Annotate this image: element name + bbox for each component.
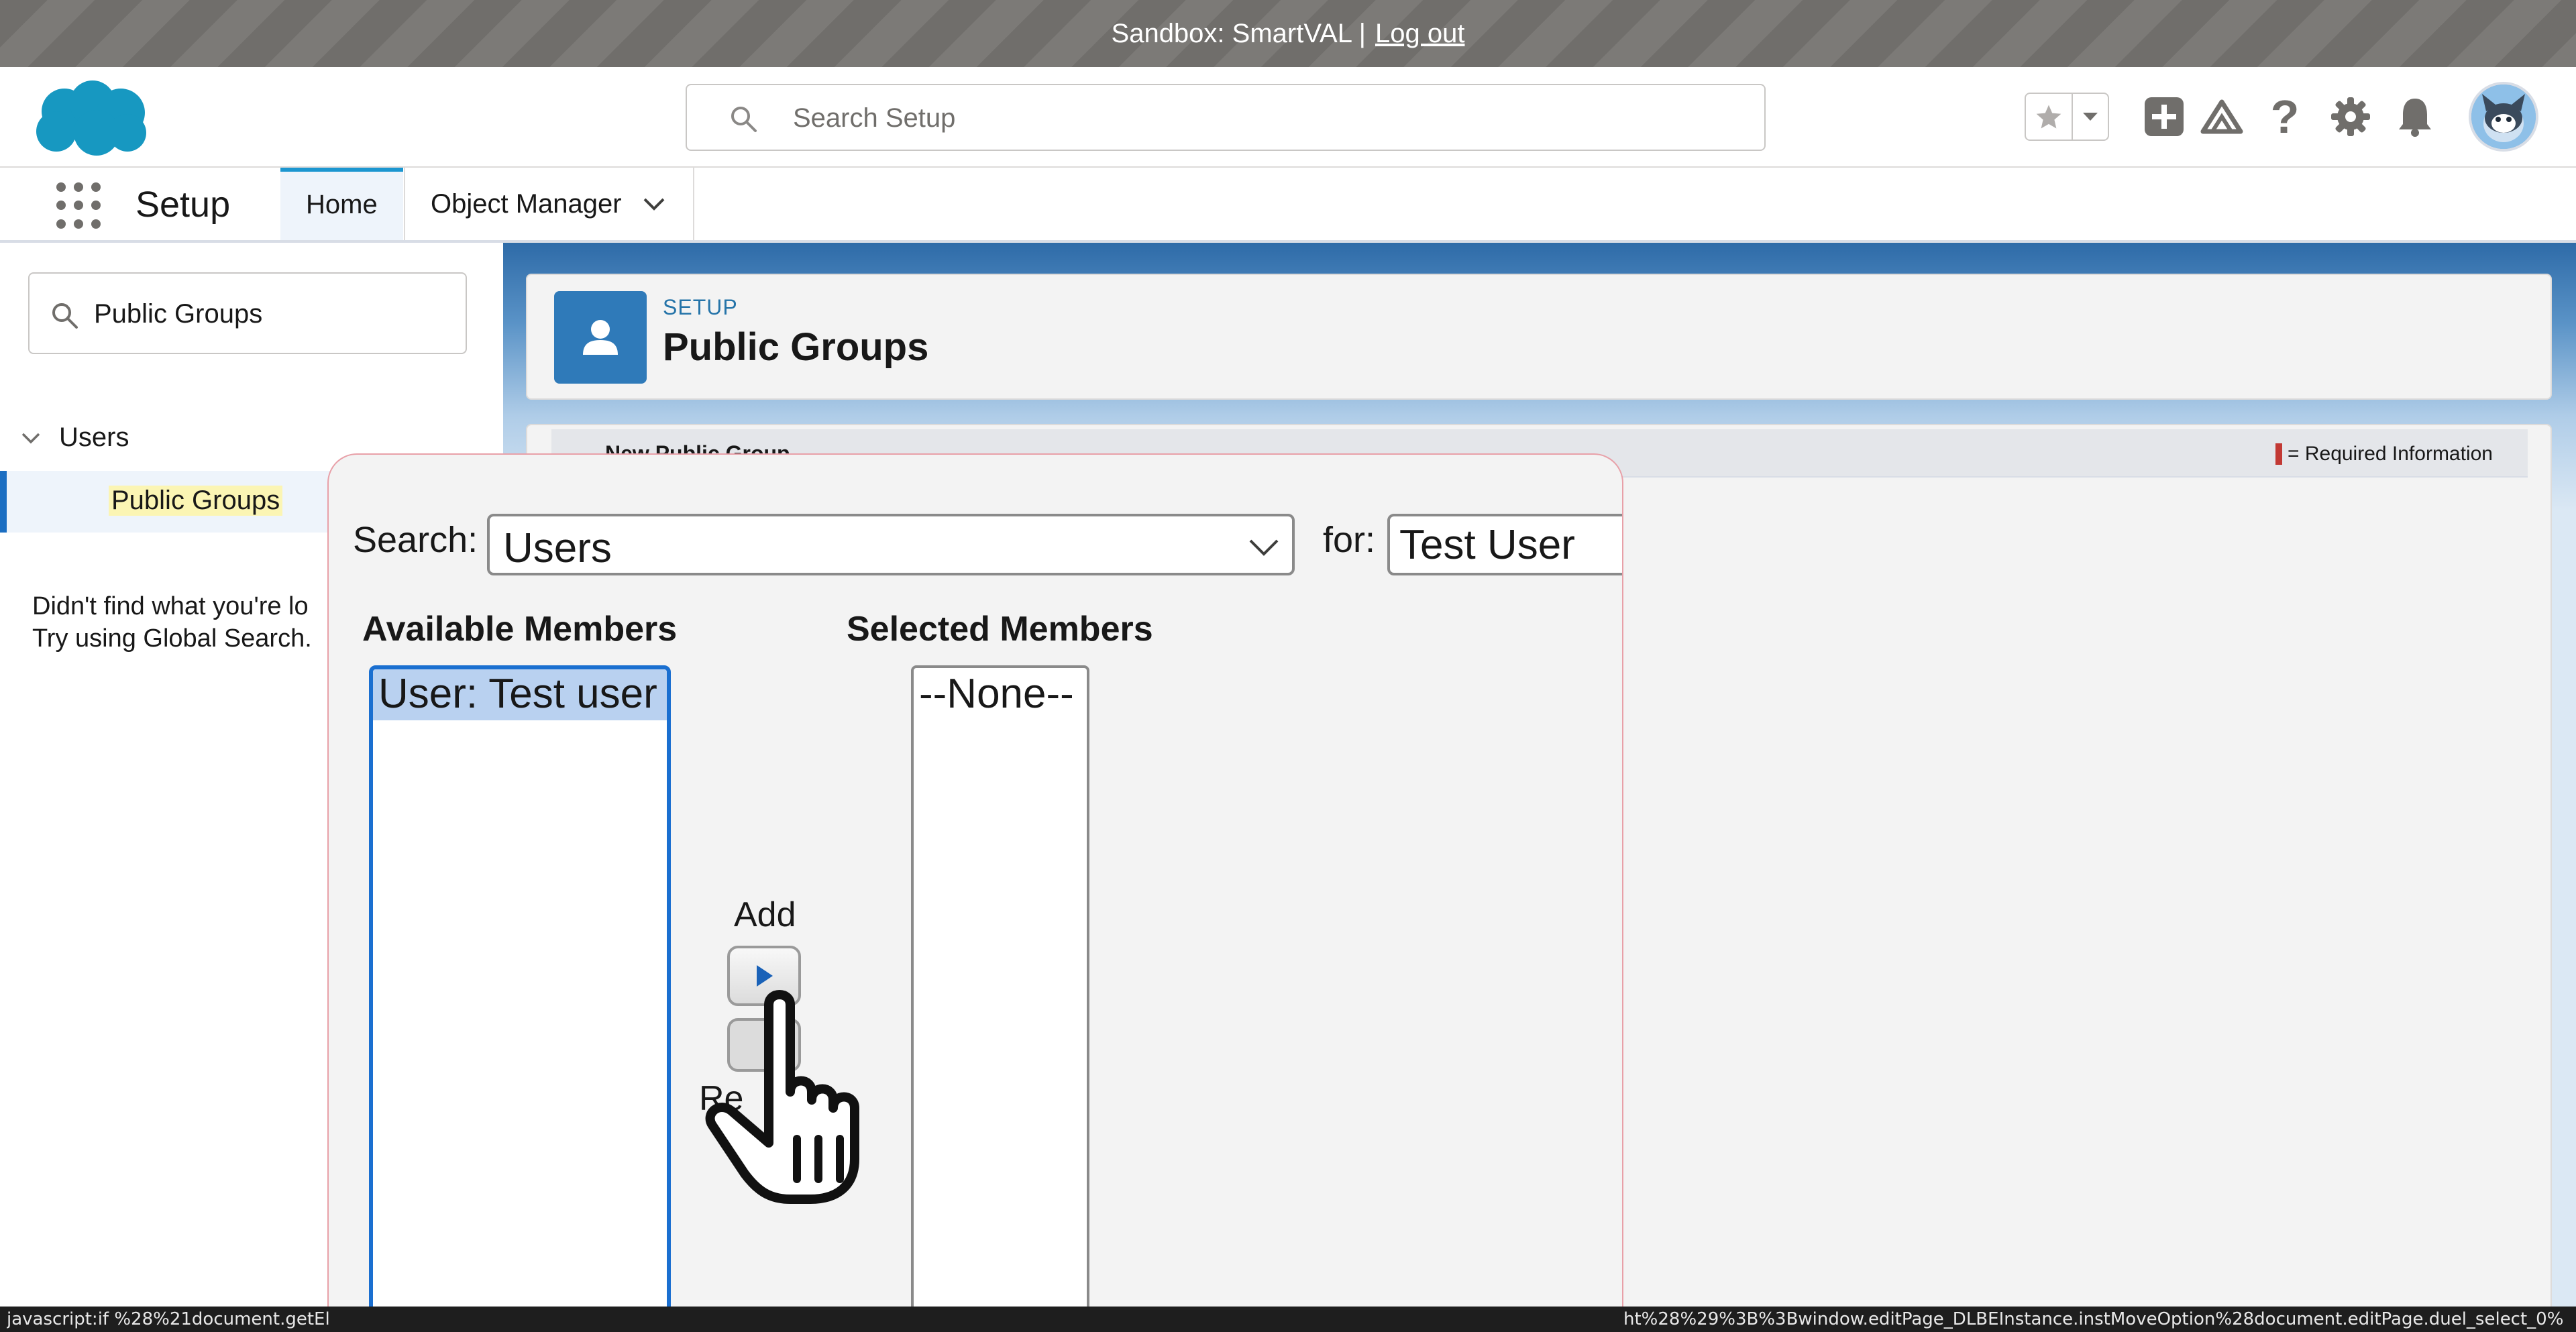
status-url-right: ht%28%29%3B%3Bwindow.editPage_DLBEInstan… <box>1623 1309 2563 1329</box>
tab-home[interactable]: Home <box>280 168 403 240</box>
app-nav-bar: Setup Home Object Manager <box>0 168 2576 243</box>
favorites-star-icon[interactable] <box>2026 94 2073 140</box>
available-members-list[interactable]: User: Test user <box>369 665 671 1332</box>
global-actions-plus-icon[interactable] <box>2140 93 2188 141</box>
search-scope-select[interactable]: Users <box>487 514 1295 575</box>
tab-object-manager-label: Object Manager <box>431 188 622 219</box>
page-title: Public Groups <box>663 325 929 369</box>
browser-status-bar: javascript:if %28%21document.getElemen h… <box>0 1307 2576 1332</box>
zoomed-member-picker: Search: Users for: Available Members Sel… <box>327 453 1623 1332</box>
favorites-group <box>2025 93 2109 141</box>
member-search-input[interactable] <box>1387 514 1622 575</box>
app-launcher-icon[interactable] <box>56 182 103 229</box>
trailhead-icon[interactable] <box>2198 93 2246 141</box>
required-info: = Required Information <box>2275 443 2493 465</box>
hand-cursor-icon <box>705 990 859 1204</box>
tab-home-label: Home <box>306 189 378 219</box>
chevron-down-icon <box>1249 539 1279 556</box>
tree-node-users[interactable]: Users <box>19 423 129 453</box>
required-marker-icon <box>2275 443 2282 465</box>
required-info-text: = Required Information <box>2287 443 2493 465</box>
search-scope-label: Search: <box>353 520 478 560</box>
search-icon <box>52 303 78 329</box>
tree-node-users-label: Users <box>59 423 129 452</box>
page-eyebrow: SETUP <box>663 295 738 319</box>
global-header: ? <box>0 67 2576 168</box>
add-label: Add <box>734 895 796 934</box>
quick-find-input[interactable] <box>94 294 443 334</box>
selected-members-label: Selected Members <box>847 610 1153 649</box>
help-icon[interactable]: ? <box>2261 91 2309 143</box>
setup-search-box[interactable] <box>686 84 1766 151</box>
setup-gear-icon[interactable] <box>2326 93 2375 141</box>
chevron-down-icon[interactable] <box>641 190 667 217</box>
page-header: SETUP Public Groups <box>526 274 2552 400</box>
search-icon <box>731 107 757 132</box>
tab-object-manager[interactable]: Object Manager <box>404 168 694 240</box>
search-scope-value: Users <box>503 525 612 571</box>
available-members-label: Available Members <box>362 610 678 649</box>
app-name: Setup <box>136 184 231 225</box>
setup-search-input[interactable] <box>793 99 1732 137</box>
tree-node-public-groups-label: Public Groups <box>109 486 283 516</box>
sandbox-banner: Sandbox: SmartVAL | Log out <box>0 0 2576 67</box>
logout-link[interactable]: Log out <box>1375 19 1464 49</box>
list-item[interactable]: --None-- <box>919 669 1074 719</box>
selected-members-list[interactable]: --None-- <box>911 665 1089 1332</box>
salesforce-logo[interactable] <box>30 76 150 161</box>
sandbox-label: Sandbox: SmartVAL | <box>1111 18 1366 48</box>
user-icon <box>554 291 647 384</box>
favorites-chevron-icon[interactable] <box>2073 94 2108 140</box>
quick-find-box[interactable] <box>28 272 467 354</box>
chevron-down-icon[interactable] <box>19 426 43 450</box>
avatar[interactable] <box>2469 82 2538 152</box>
for-label: for: <box>1323 520 1376 560</box>
status-url-left: javascript:if %28%21document.getElemen <box>7 1309 329 1329</box>
notifications-bell-icon[interactable] <box>2391 93 2439 141</box>
list-item[interactable]: User: Test user <box>373 669 667 720</box>
